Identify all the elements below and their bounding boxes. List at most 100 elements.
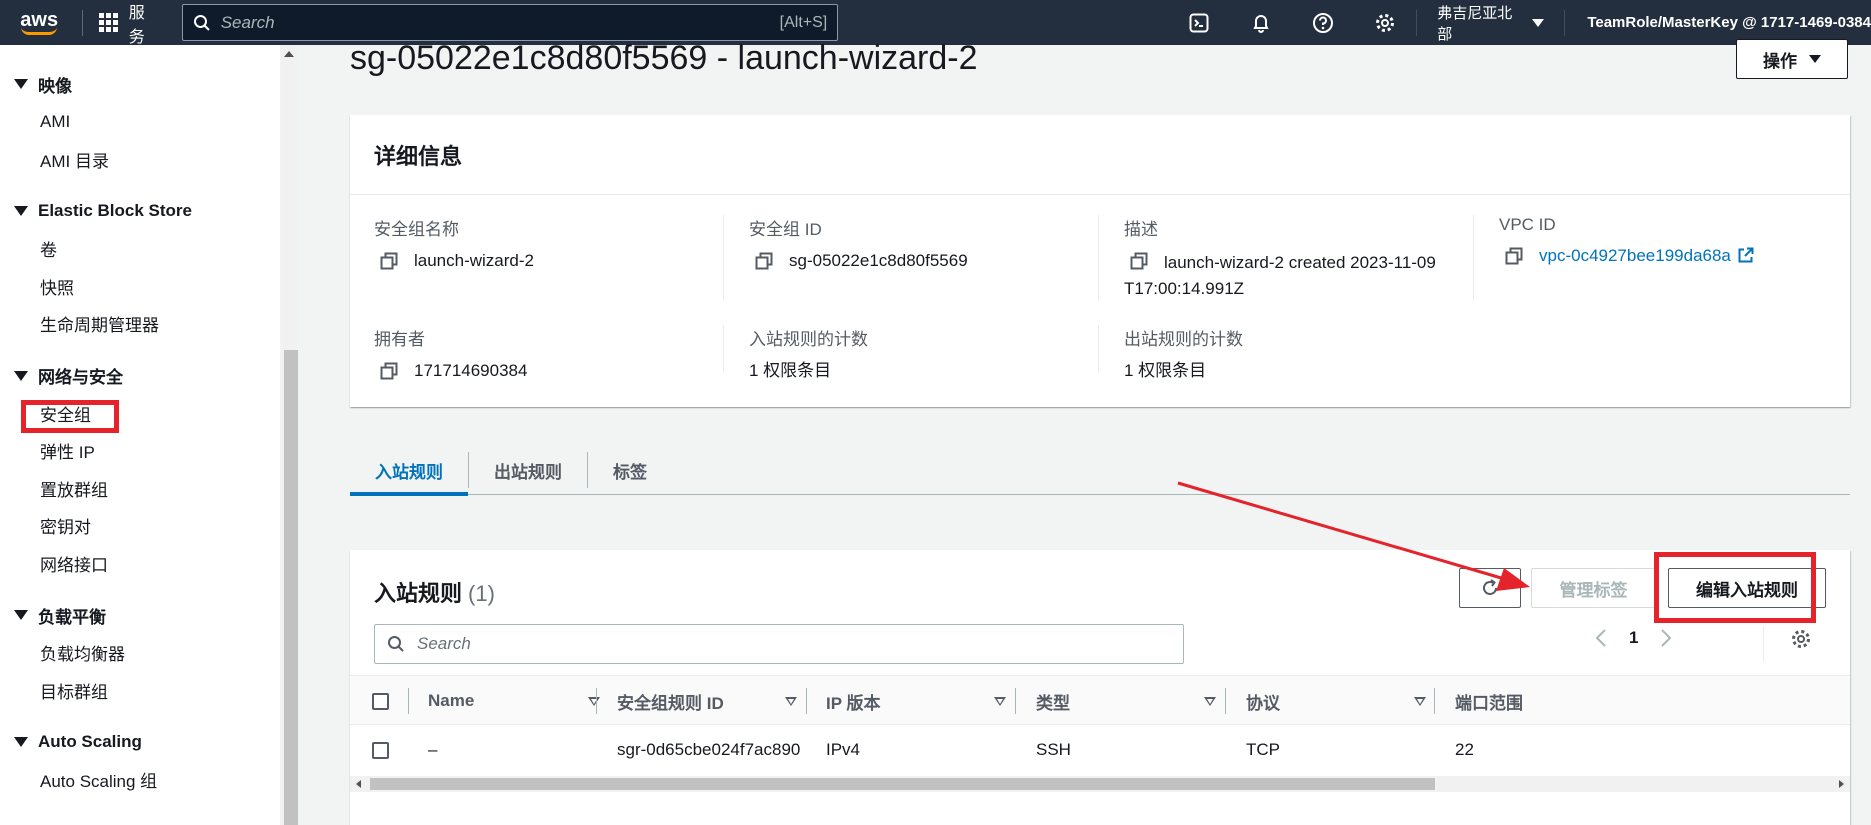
column-divider xyxy=(408,688,409,714)
sidebar-item-load-balancers[interactable]: 负载均衡器 xyxy=(0,634,280,672)
column-divider xyxy=(1473,215,1474,301)
copy-icon[interactable] xyxy=(1130,252,1148,270)
tab-inbound-rules[interactable]: 入站规则 xyxy=(350,445,468,496)
table-row[interactable]: – sgr-0d65cbe024f7ac890 IPv4 SSH TCP 22 xyxy=(350,726,1850,774)
global-search-input[interactable]: Search [Alt+S] xyxy=(181,4,839,41)
sidebar-item-key-pairs[interactable]: 密钥对 xyxy=(0,507,280,545)
sidebar-section-images: 映像 AMI AMI 目录 xyxy=(0,65,280,178)
owner-value: 171714690384 xyxy=(414,361,528,380)
sidebar-item-ami-catalog[interactable]: AMI 目录 xyxy=(0,141,280,179)
inbound-count-value: 1 权限条目 xyxy=(749,361,832,380)
refresh-button[interactable] xyxy=(1459,568,1521,608)
help-button[interactable] xyxy=(1292,0,1354,45)
search-icon xyxy=(388,636,404,652)
column-label: Name xyxy=(428,691,475,710)
column-label: 协议 xyxy=(1246,693,1280,713)
manage-tags-button[interactable]: 管理标签 xyxy=(1531,568,1656,608)
actions-dropdown-button[interactable]: 操作 xyxy=(1736,39,1848,79)
tab-outbound-rules[interactable]: 出站规则 xyxy=(469,445,587,495)
inbound-rules-panel: 入站规则 (1) 管理标签 编辑入站规则 Search 1 Name 安全组规则 … xyxy=(350,550,1850,825)
field-inbound-count: 入站规则的计数 1 权限条目 xyxy=(749,325,1089,384)
sidebar-item-target-groups[interactable]: 目标群组 xyxy=(0,672,280,710)
rules-search-input[interactable]: Search xyxy=(374,624,1184,664)
account-menu[interactable]: TeamRole/MasterKey @ 1717-1469-0384 xyxy=(1565,14,1871,31)
field-vpc-id: VPC ID vpc-0c4927bee199da68a xyxy=(1499,215,1839,269)
sidebar-item-snapshots[interactable]: 快照 xyxy=(0,268,280,306)
details-panel: 详细信息 安全组名称 launch-wizard-2 安全组 ID sg-050… xyxy=(350,115,1850,407)
aws-logo[interactable]: aws xyxy=(0,0,68,45)
inbound-rules-title: 入站规则 (1) xyxy=(374,576,495,608)
field-outbound-count: 出站规则的计数 1 权限条目 xyxy=(1124,325,1464,384)
sidebar-item-volumes[interactable]: 卷 xyxy=(0,230,280,268)
sidebar-section-header[interactable]: Auto Scaling xyxy=(0,723,280,761)
scrollbar-thumb[interactable] xyxy=(284,350,298,825)
sidebar-item-ami[interactable]: AMI xyxy=(0,103,280,141)
sidebar-section-title: 映像 xyxy=(38,76,72,96)
vpc-id-link[interactable]: vpc-0c4927bee199da68a xyxy=(1539,243,1731,269)
sidebar-item-lifecycle-manager[interactable]: 生命周期管理器 xyxy=(0,305,280,343)
tab-tags[interactable]: 标签 xyxy=(588,445,672,495)
sidebar-item-elastic-ip[interactable]: 弹性 IP xyxy=(0,432,280,470)
field-owner: 拥有者 171714690384 xyxy=(374,325,714,384)
copy-icon[interactable] xyxy=(380,252,398,270)
column-header-name[interactable]: Name xyxy=(428,676,600,726)
cloudshell-button[interactable] xyxy=(1168,0,1230,45)
sidebar-section-header[interactable]: 负载平衡 xyxy=(0,596,280,634)
table-preferences-button[interactable] xyxy=(1790,628,1812,655)
copy-icon[interactable] xyxy=(755,252,773,270)
field-label: 描述 xyxy=(1124,220,1158,239)
sidebar-section-load-balancing: 负载平衡 负载均衡器 目标群组 xyxy=(0,596,280,709)
details-header: 详细信息 xyxy=(350,115,1850,195)
sidebar-section-header[interactable]: Elastic Block Store xyxy=(0,192,280,230)
settings-button[interactable] xyxy=(1354,0,1416,45)
tab-bar: 入站规则 出站规则 标签 xyxy=(350,445,1850,496)
grid-icon xyxy=(99,12,119,33)
column-header-ip-version[interactable]: IP 版本 xyxy=(826,676,1016,726)
rules-title-text: 入站规则 xyxy=(374,581,463,606)
field-label: 安全组 ID xyxy=(749,220,822,239)
column-label: 类型 xyxy=(1036,693,1070,713)
region-selector[interactable]: 弗吉尼亚北部 xyxy=(1416,5,1566,43)
select-all-checkbox-cell xyxy=(372,676,389,726)
sidebar-item-network-interfaces[interactable]: 网络接口 xyxy=(0,545,280,583)
sidebar-item-auto-scaling-groups[interactable]: Auto Scaling 组 xyxy=(0,761,280,799)
column-divider xyxy=(1015,688,1016,714)
column-label: 端口范围 xyxy=(1455,693,1523,713)
sidebar-item-placement-groups[interactable]: 置放群组 xyxy=(0,470,280,508)
select-all-checkbox[interactable] xyxy=(372,692,389,710)
sg-id-value: sg-05022e1c8d80f5569 xyxy=(789,251,968,270)
caret-down-icon xyxy=(14,79,28,89)
column-header-port-range[interactable]: 端口范围 xyxy=(1455,676,1523,726)
chevron-left-icon[interactable] xyxy=(1595,628,1607,648)
row-checkbox[interactable] xyxy=(372,741,389,759)
sidebar-section-header[interactable]: 映像 xyxy=(0,65,280,103)
notifications-button[interactable] xyxy=(1230,0,1292,45)
page-number[interactable]: 1 xyxy=(1629,628,1638,648)
outbound-count-value: 1 权限条目 xyxy=(1124,361,1207,380)
column-header-protocol[interactable]: 协议 xyxy=(1246,676,1436,726)
services-menu-button[interactable]: 服务 xyxy=(93,0,171,47)
table-horizontal-scrollbar[interactable] xyxy=(350,776,1850,792)
column-header-rule-id[interactable]: 安全组规则 ID xyxy=(617,676,807,726)
column-divider xyxy=(596,688,597,714)
column-header-type[interactable]: 类型 xyxy=(1036,676,1226,726)
external-link-icon[interactable] xyxy=(1737,247,1754,264)
copy-icon[interactable] xyxy=(1505,247,1523,265)
nav-icon-group xyxy=(1168,0,1416,45)
cell-ip-version: IPv4 xyxy=(826,740,861,759)
copy-icon[interactable] xyxy=(380,362,398,380)
sidebar-section-title: Elastic Block Store xyxy=(38,201,193,220)
sidebar-section-header[interactable]: 网络与安全 xyxy=(0,357,280,395)
sidebar-scrollbar[interactable] xyxy=(281,45,298,825)
sort-icon xyxy=(1204,696,1216,706)
scrollbar-thumb[interactable] xyxy=(370,778,1435,790)
cell-type: SSH xyxy=(1036,740,1071,759)
sort-icon xyxy=(994,696,1006,706)
chevron-right-icon[interactable] xyxy=(1660,628,1672,648)
scroll-up-arrow-icon xyxy=(284,51,294,57)
search-icon xyxy=(193,14,210,31)
main-content: sg-05022e1c8d80f5569 - launch-wizard-2 操… xyxy=(298,39,1871,825)
field-sg-id: 安全组 ID sg-05022e1c8d80f5569 xyxy=(749,215,1089,274)
caret-down-icon xyxy=(14,610,28,620)
column-divider xyxy=(723,325,724,373)
